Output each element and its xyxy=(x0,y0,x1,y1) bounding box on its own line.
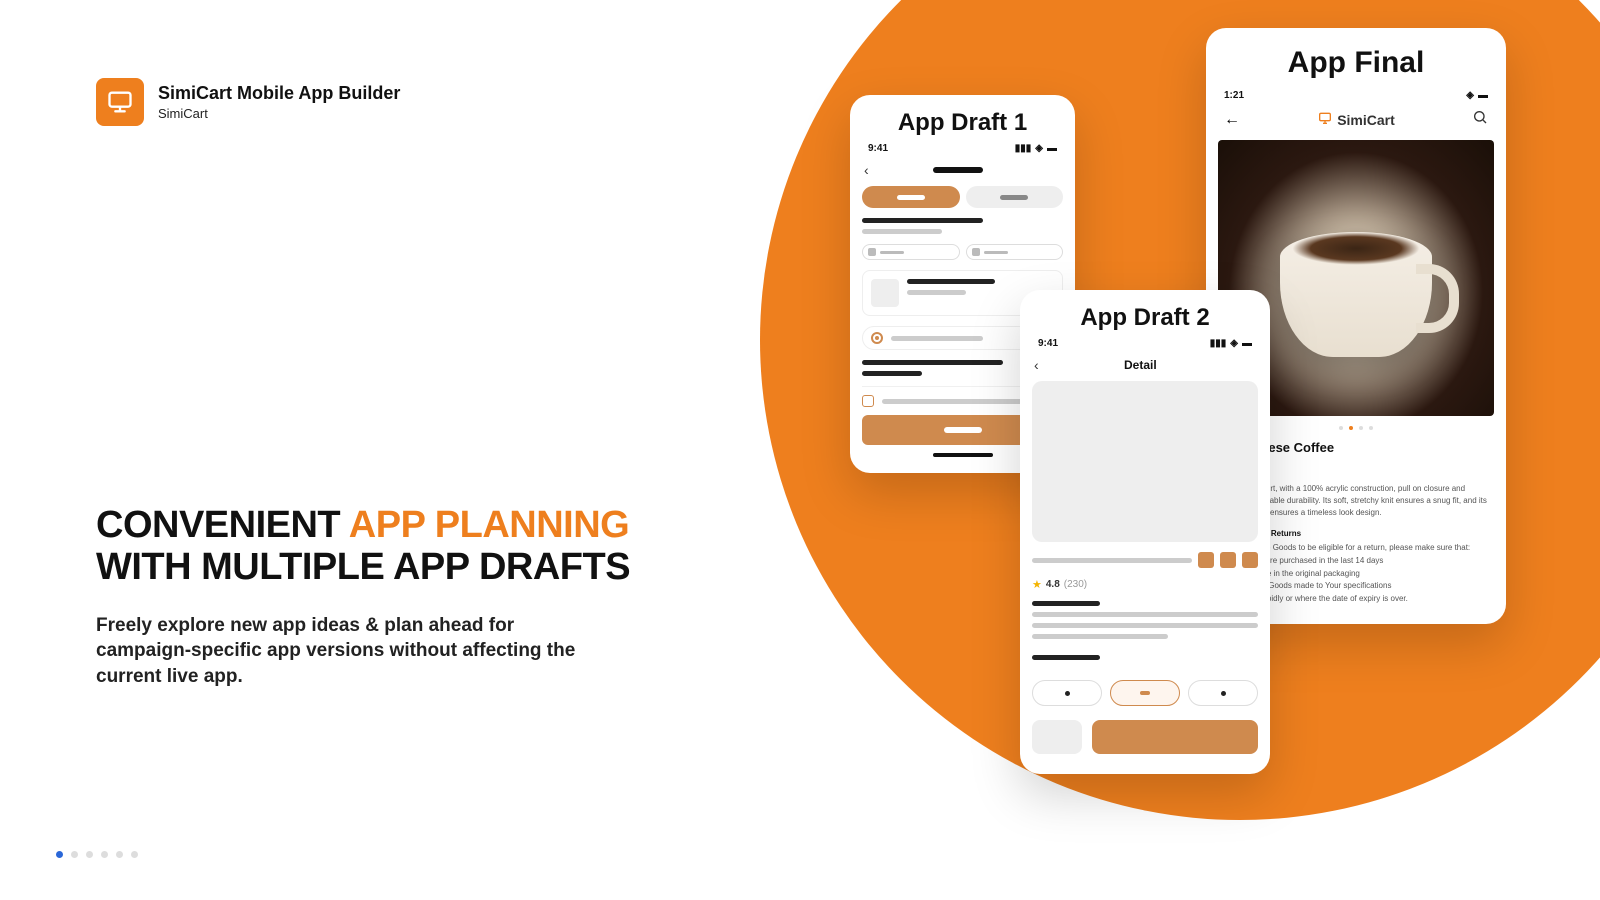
bottom-action-bar xyxy=(1032,720,1258,754)
color-swatch[interactable] xyxy=(1220,552,1236,568)
back-icon[interactable]: ‹ xyxy=(864,162,869,178)
back-icon[interactable]: ‹ xyxy=(1034,357,1039,373)
back-icon[interactable]: ← xyxy=(1224,111,1240,129)
headline-post: WITH MULTIPLE APP DRAFTS xyxy=(96,546,630,588)
battery-icon: ▬ xyxy=(1478,90,1488,101)
phone-label: App Draft 1 xyxy=(862,109,1063,137)
status-bar: 9:41 ▮▮▮ ◈ ▬ xyxy=(1032,338,1258,349)
text-placeholder xyxy=(1032,634,1168,639)
text-placeholder xyxy=(862,371,922,376)
wifi-icon: ◈ xyxy=(1035,143,1043,154)
headline: CONVENIENT APP PLANNING WITH MULTIPLE AP… xyxy=(96,505,696,589)
pager-dot[interactable] xyxy=(1359,426,1363,430)
pagination-dot[interactable] xyxy=(116,851,123,858)
tab-inactive[interactable] xyxy=(966,186,1064,208)
screen-title: Detail xyxy=(1124,358,1157,372)
pager-dot-active[interactable] xyxy=(1349,426,1353,430)
text-placeholder xyxy=(862,360,1003,365)
coffee-cup-illustration xyxy=(1280,232,1432,356)
checkbox-icon[interactable] xyxy=(862,395,874,407)
filter-pills xyxy=(862,244,1063,260)
headline-accent: APP PLANNING xyxy=(349,504,629,546)
phone-label: App Final xyxy=(1218,46,1494,80)
wifi-icon: ◈ xyxy=(1230,338,1238,349)
hero-copy: CONVENIENT APP PLANNING WITH MULTIPLE AP… xyxy=(96,505,696,690)
app-logo: SimiCart xyxy=(1317,110,1395,129)
text-placeholder xyxy=(882,399,1031,404)
pagination-dot[interactable] xyxy=(101,851,108,858)
pager-dot[interactable] xyxy=(1339,426,1343,430)
hero-image-placeholder xyxy=(1032,381,1258,542)
search-icon[interactable] xyxy=(1472,109,1488,130)
star-icon: ★ xyxy=(1032,578,1042,591)
nav-bar: ‹ xyxy=(862,162,1063,178)
status-bar: 1:21 ◈ ▬ xyxy=(1218,90,1494,101)
filter-pill[interactable] xyxy=(862,244,960,260)
signal-icon: ▮▮▮ xyxy=(1210,338,1227,349)
pagination-dot[interactable] xyxy=(71,851,78,858)
text-placeholder xyxy=(907,290,966,295)
brand-title: SimiCart Mobile App Builder xyxy=(158,83,400,104)
tab-active[interactable] xyxy=(862,186,960,208)
option-chip[interactable] xyxy=(1188,680,1258,706)
pagination-dot[interactable] xyxy=(56,851,63,858)
text-placeholder xyxy=(862,229,942,234)
text-placeholder xyxy=(1032,558,1192,563)
battery-icon: ▬ xyxy=(1047,143,1057,154)
headline-pre: CONVENIENT xyxy=(96,504,349,546)
text-placeholder xyxy=(907,279,995,284)
cart-icon xyxy=(1317,110,1333,129)
filter-pill[interactable] xyxy=(966,244,1064,260)
title-placeholder xyxy=(933,167,983,173)
option-chip[interactable] xyxy=(1032,680,1102,706)
status-time: 9:41 xyxy=(868,143,888,154)
wifi-icon: ◈ xyxy=(1466,90,1474,101)
app-topbar: ← SimiCart xyxy=(1218,109,1494,130)
tab-switcher[interactable] xyxy=(862,186,1063,208)
pagination-dot[interactable] xyxy=(131,851,138,858)
brand-subtitle: SimiCart xyxy=(158,106,400,121)
status-time: 9:41 xyxy=(1038,338,1058,349)
color-swatch[interactable] xyxy=(1242,552,1258,568)
text-placeholder xyxy=(891,336,983,341)
rating-count: (230) xyxy=(1064,579,1087,590)
pagination-dot[interactable] xyxy=(86,851,93,858)
rating-value: 4.8 xyxy=(1046,579,1060,590)
option-chip-selected[interactable] xyxy=(1110,680,1180,706)
phone-mock-draft2: App Draft 2 9:41 ▮▮▮ ◈ ▬ ‹ Detail ★ 4.8 … xyxy=(1020,290,1270,774)
brand-logo-icon xyxy=(96,78,144,126)
text-placeholder xyxy=(1032,612,1258,617)
brand-header: SimiCart Mobile App Builder SimiCart xyxy=(96,78,400,126)
section-heading-placeholder xyxy=(1032,601,1100,606)
secondary-button[interactable] xyxy=(1032,720,1082,754)
target-icon xyxy=(871,332,883,344)
variant-swatches xyxy=(1032,552,1258,568)
battery-icon: ▬ xyxy=(1242,338,1252,349)
subheadline: Freely explore new app ideas & plan ahea… xyxy=(96,613,576,690)
primary-button[interactable] xyxy=(1092,720,1258,754)
carousel-pagination[interactable] xyxy=(56,851,138,858)
pager-dot[interactable] xyxy=(1369,426,1373,430)
home-indicator xyxy=(933,453,993,457)
thumbnail-placeholder xyxy=(871,279,899,307)
text-placeholder xyxy=(1032,623,1258,628)
signal-icon: ▮▮▮ xyxy=(1015,143,1032,154)
app-logo-text: SimiCart xyxy=(1337,112,1395,128)
status-bar: 9:41 ▮▮▮ ◈ ▬ xyxy=(862,143,1063,154)
text-placeholder xyxy=(862,218,983,223)
section-heading-placeholder xyxy=(1032,655,1100,660)
option-chips xyxy=(1032,680,1258,706)
phone-label: App Draft 2 xyxy=(1032,304,1258,332)
status-time: 1:21 xyxy=(1224,90,1244,101)
rating-row: ★ 4.8 (230) xyxy=(1032,578,1258,591)
color-swatch[interactable] xyxy=(1198,552,1214,568)
nav-bar: ‹ Detail xyxy=(1032,357,1258,373)
